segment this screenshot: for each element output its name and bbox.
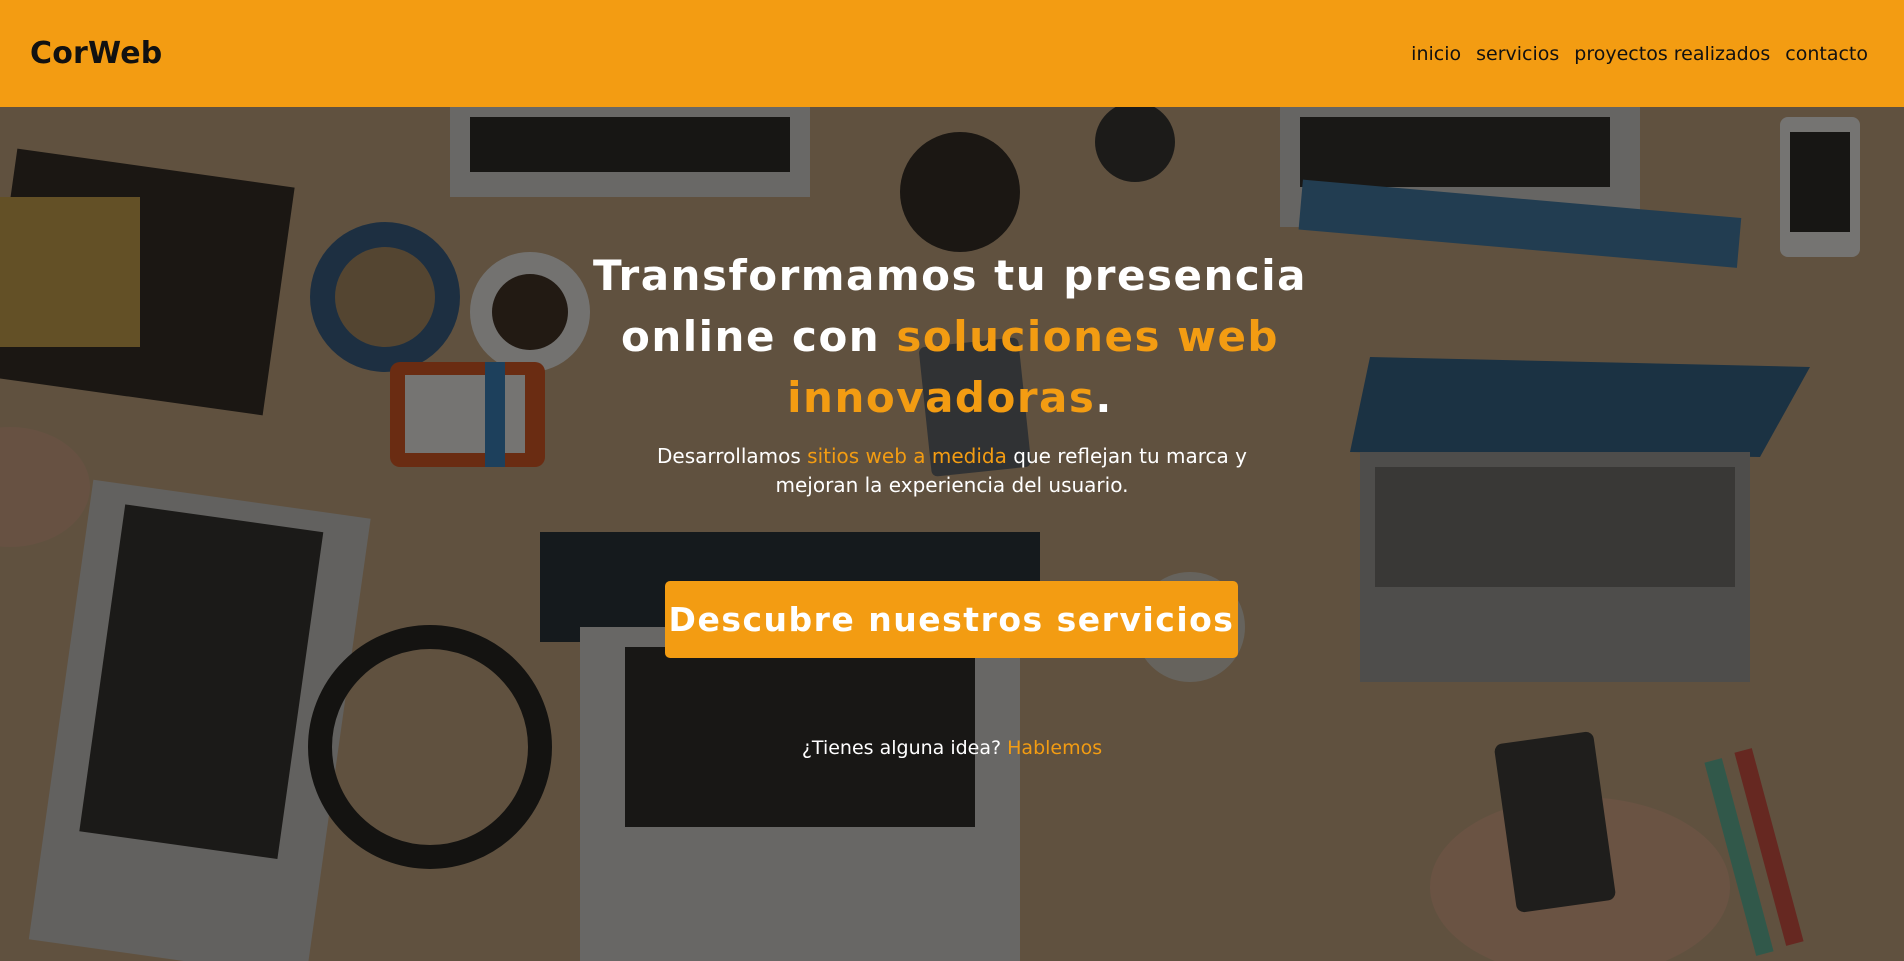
discover-services-button[interactable]: Descubre nuestros servicios <box>665 581 1238 658</box>
nav-inicio[interactable]: inicio <box>1411 43 1461 65</box>
hablemos-link[interactable]: Hablemos <box>1007 737 1102 759</box>
hero-headline: Transformamos tu presencia online con so… <box>560 245 1340 428</box>
idea-prompt: ¿Tienes alguna idea? Hablemos <box>650 737 1254 759</box>
site-header: CorWeb inicio servicios proyectos realiz… <box>0 0 1904 107</box>
idea-text: ¿Tienes alguna idea? <box>801 737 1008 759</box>
hero-subtext: Desarrollamos sitios web a medida que re… <box>620 442 1284 500</box>
headline-period: . <box>1095 373 1113 422</box>
hero-content: Transformamos tu presencia online con so… <box>0 107 1904 961</box>
hero-section: Transformamos tu presencia online con so… <box>0 107 1904 961</box>
main-nav: inicio servicios proyectos realizados co… <box>1411 43 1868 65</box>
logo[interactable]: CorWeb <box>30 36 162 71</box>
nav-proyectos-realizados[interactable]: proyectos realizados <box>1574 43 1770 65</box>
subtext-accent: sitios web a medida <box>807 444 1007 468</box>
subtext-part1: Desarrollamos <box>657 444 808 468</box>
nav-contacto[interactable]: contacto <box>1785 43 1868 65</box>
nav-servicios[interactable]: servicios <box>1476 43 1559 65</box>
